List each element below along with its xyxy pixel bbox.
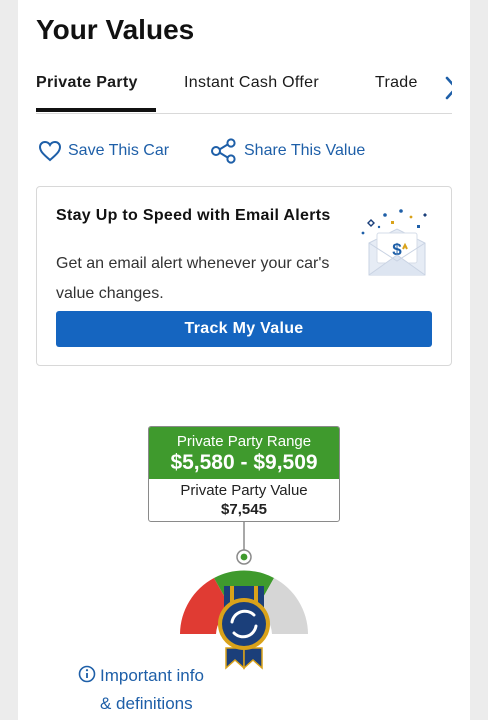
- important-info-link[interactable]: Important info & definitions: [78, 662, 204, 718]
- range-header: Private Party Range $5,580 - $9,509: [149, 427, 339, 479]
- important-info-line-2: & definitions: [100, 694, 193, 713]
- value-label: Private Party Value: [180, 482, 308, 499]
- email-alert-description: Get an email alert whenever your car's v…: [56, 255, 330, 302]
- value-gauge: [180, 522, 308, 670]
- heart-icon: [38, 140, 62, 162]
- important-info-line-1: Important info: [78, 662, 204, 690]
- private-party-range-box: Private Party Range $5,580 - $9,509 Priv…: [148, 426, 340, 522]
- value-tabs: Private Party Instant Cash Offer Trade: [36, 68, 452, 114]
- page-title: Your Values: [36, 14, 195, 45]
- tab-trade[interactable]: Trade: [375, 74, 418, 92]
- email-envelope-icon: $: [361, 209, 427, 276]
- active-tab-indicator: [36, 108, 156, 112]
- values-card: Your Values Private Party Instant Cash O…: [18, 0, 470, 720]
- important-info-text: Important info: [100, 666, 204, 685]
- save-car-label: Save This Car: [68, 142, 170, 159]
- info-icon: [78, 665, 96, 683]
- chevron-right-icon[interactable]: [440, 74, 452, 102]
- share-icon: [211, 138, 236, 164]
- email-alert-card: Stay Up to Speed with Email Alerts Get a…: [36, 186, 452, 366]
- track-my-value-button[interactable]: Track My Value: [56, 311, 432, 347]
- range-value: $5,580 - $9,509: [170, 451, 318, 474]
- email-alert-title: Stay Up to Speed with Email Alerts: [56, 207, 331, 224]
- tab-instant-cash-offer[interactable]: Instant Cash Offer: [184, 74, 319, 92]
- save-car-link[interactable]: Save This Car: [38, 138, 169, 164]
- share-value-label: Share This Value: [244, 142, 366, 159]
- range-label: Private Party Range: [176, 433, 312, 450]
- value-amount: $7,545: [221, 501, 267, 518]
- share-value-link[interactable]: Share This Value: [210, 138, 365, 164]
- tab-private-party[interactable]: Private Party: [36, 74, 138, 92]
